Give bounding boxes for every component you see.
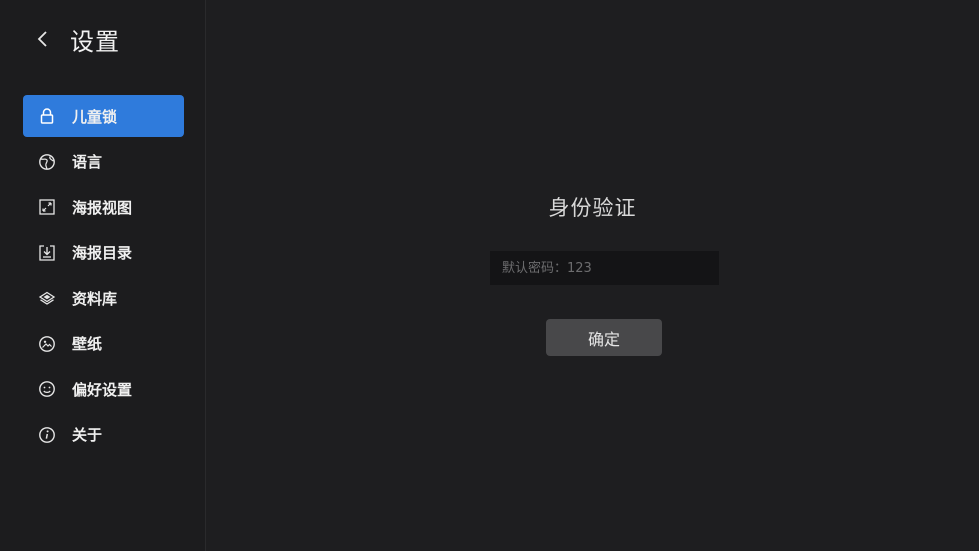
password-input[interactable] (490, 251, 719, 285)
confirm-button[interactable]: 确定 (546, 319, 662, 356)
sidebar-item-wallpaper[interactable]: 壁纸 (23, 323, 184, 365)
sidebar-item-label: 儿童锁 (72, 107, 118, 126)
sidebar-item-about[interactable]: 关于 (23, 414, 184, 456)
sidebar-item-language[interactable]: 语言 (23, 141, 184, 183)
info-icon (37, 425, 57, 445)
sidebar-item-label: 偏好设置 (72, 380, 133, 399)
sidebar-item-label: 海报视图 (72, 198, 133, 217)
settings-menu: 儿童锁 语言 海报视图 海报目录 资料库 壁纸 偏好设置 关于 (23, 95, 184, 459)
sidebar: 设置 儿童锁 语言 海报视图 海报目录 资料库 壁纸 偏好设置 关于 (0, 0, 206, 551)
back-button[interactable] (36, 22, 58, 56)
sidebar-item-label: 海报目录 (72, 244, 133, 262)
sidebar-item-poster-view[interactable]: 海报视图 (23, 186, 184, 228)
sidebar-item-library[interactable]: 资料库 (23, 277, 184, 319)
sidebar-item-preferences[interactable]: 偏好设置 (23, 368, 184, 410)
sidebar-item-label: 关于 (72, 426, 103, 444)
sidebar-item-label: 语言 (72, 153, 103, 171)
expand-icon (37, 197, 57, 217)
sidebar-item-label: 壁纸 (72, 335, 103, 353)
auth-title: 身份验证 (548, 196, 637, 220)
layers-icon (37, 288, 57, 308)
header: 设置 (36, 22, 120, 56)
globe-icon (37, 152, 57, 172)
sidebar-item-label: 资料库 (72, 289, 118, 308)
tray-download-icon (37, 243, 57, 263)
chevron-left-icon (37, 31, 47, 47)
main-panel: 身份验证 确定 (206, 0, 979, 551)
image-icon (37, 334, 57, 354)
sidebar-item-poster-directory[interactable]: 海报目录 (23, 232, 184, 274)
sidebar-item-child-lock[interactable]: 儿童锁 (23, 95, 184, 137)
smile-icon (37, 379, 57, 399)
page-title: 设置 (70, 27, 120, 56)
lock-icon (37, 106, 57, 126)
